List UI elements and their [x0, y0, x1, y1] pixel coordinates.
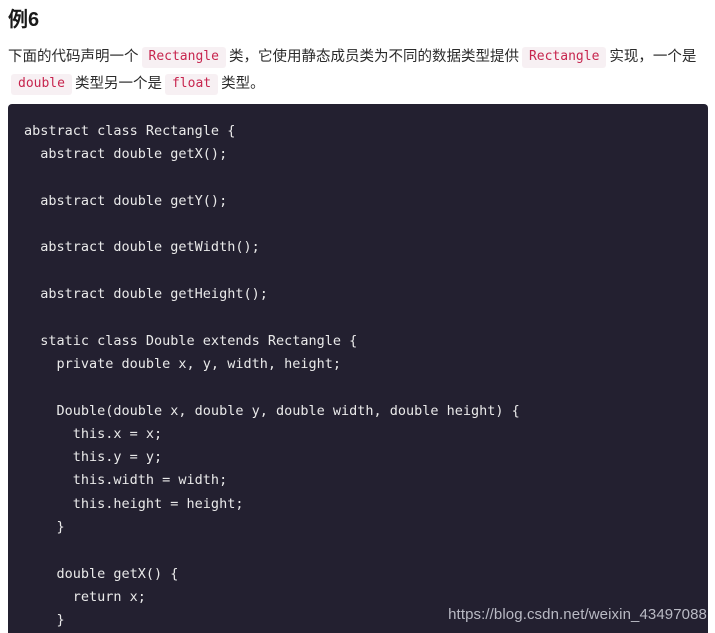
- article-page: 例6 下面的代码声明一个 Rectangle 类，它使用静态成员类为不同的数据类型提…: [0, 0, 715, 633]
- watermark-url: https://blog.csdn.net/weixin_43497088: [448, 606, 707, 623]
- code-block[interactable]: abstract class Rectangle { abstract doub…: [8, 104, 708, 633]
- paragraph-text-segment-2: 类，它使用静态成员类为不同的数据类型提供: [228, 49, 519, 65]
- code-block-content: abstract class Rectangle { abstract doub…: [24, 123, 520, 629]
- paragraph-text-segment-5: 类型。: [221, 76, 265, 92]
- page-title: 例6: [8, 9, 40, 31]
- paragraph-text-segment-3: 实现，一个是: [609, 49, 697, 65]
- article-paragraph: 下面的代码声明一个 Rectangle 类，它使用静态成员类为不同的数据类型提供 Re…: [0, 33, 715, 98]
- inline-code-rectangle-1: Rectangle: [141, 47, 226, 68]
- inline-code-rectangle-2: Rectangle: [521, 47, 607, 68]
- inline-code-float: float: [164, 74, 219, 95]
- inline-code-double: double: [11, 74, 72, 95]
- paragraph-text-segment-4: 类型另一个是: [74, 76, 162, 92]
- paragraph-text-segment-1: 下面的代码声明一个: [8, 49, 139, 65]
